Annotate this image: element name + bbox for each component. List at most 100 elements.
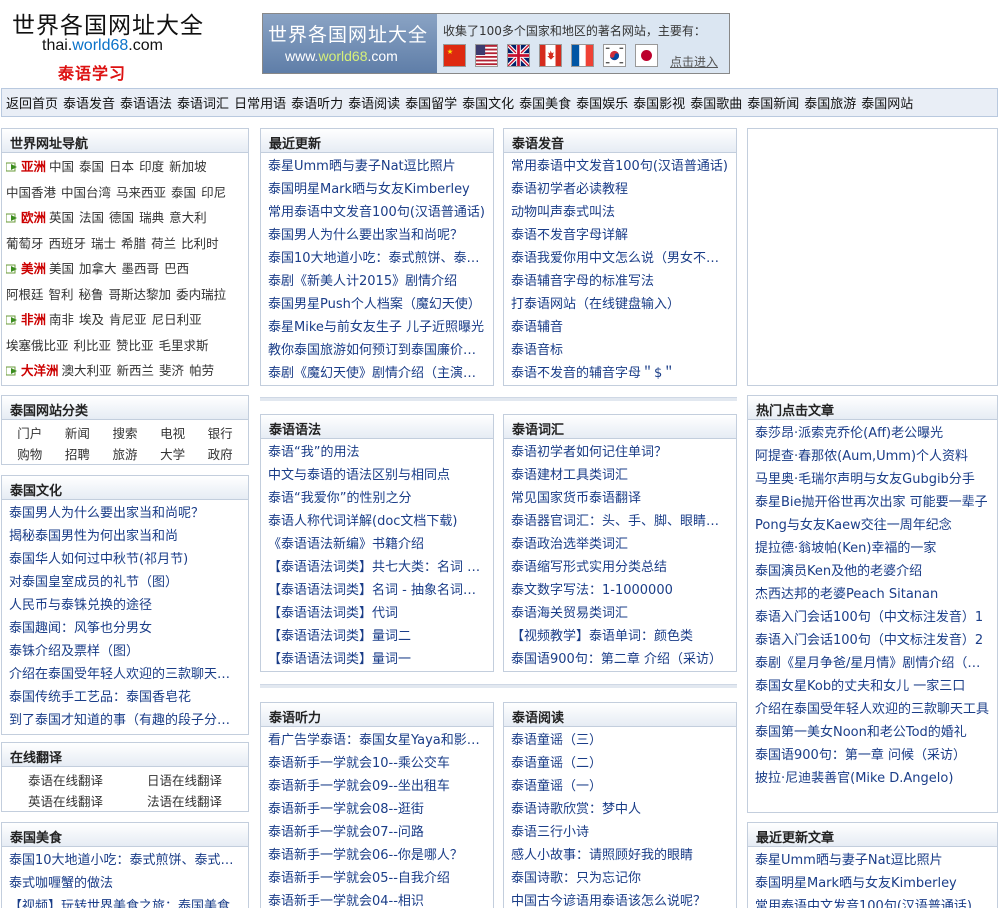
article-link[interactable]: 泰语三行小诗 bbox=[511, 821, 730, 844]
article-link[interactable]: 《泰语语法新编》书籍介绍 bbox=[268, 533, 487, 556]
article-link[interactable]: 阿提查·春那侬(Aum,Umm)个人资料 bbox=[755, 445, 991, 468]
country-link[interactable]: 巴西 bbox=[164, 261, 189, 276]
article-link[interactable]: 泰语我爱你用中文怎么说（男女不同说法） bbox=[511, 247, 730, 270]
article-link[interactable]: 打泰语网站（在线键盘输入） bbox=[511, 293, 730, 316]
article-link[interactable]: 【视频】玩转世界美食之旅：泰国美食 bbox=[9, 895, 242, 908]
article-link[interactable]: 泰语人称代词详解(doc文档下载) bbox=[268, 510, 487, 533]
article-link[interactable]: 泰语童谣（二） bbox=[511, 752, 730, 775]
region-label[interactable]: 非洲 bbox=[21, 312, 46, 327]
article-link[interactable]: 泰语新手一学就会08--逛街 bbox=[268, 798, 487, 821]
article-link[interactable]: 泰国男人为什么要出家当和尚呢？ bbox=[268, 224, 487, 247]
region-label[interactable]: 大洋洲 bbox=[21, 363, 59, 378]
country-link[interactable]: 埃及 bbox=[79, 312, 104, 327]
article-link[interactable]: 泰语入门会话100句（中文标注发音）2 bbox=[755, 629, 991, 652]
article-link[interactable]: 泰剧《星月争爸/星月情》剧情介绍（全集） bbox=[755, 652, 991, 675]
article-link[interactable]: 泰语不发音字母详解 bbox=[511, 224, 730, 247]
article-link[interactable]: 泰语新手一学就会06--你是哪人？ bbox=[268, 844, 487, 867]
country-link[interactable]: 智利 bbox=[49, 287, 74, 302]
article-link[interactable]: 马里奥·毛瑞尔声明与女友Gubgib分手 bbox=[755, 468, 991, 491]
article-link[interactable]: 揭秘泰国男性为何出家当和尚 bbox=[9, 525, 242, 548]
nav-item[interactable]: 日常用语 bbox=[234, 93, 286, 112]
country-link[interactable]: 印尼 bbox=[201, 185, 226, 200]
nav-item[interactable]: 泰国影视 bbox=[633, 93, 685, 112]
nav-item[interactable]: 泰语词汇 bbox=[177, 93, 229, 112]
country-link[interactable]: 阿根廷 bbox=[6, 287, 44, 302]
article-link[interactable]: 泰语诗歌欣赏：梦中人 bbox=[511, 798, 730, 821]
article-link[interactable]: 泰语新手一学就会04--相识 bbox=[268, 890, 487, 908]
translate-link[interactable]: 英语在线翻译 bbox=[6, 791, 125, 811]
country-link[interactable]: 澳大利亚 bbox=[62, 363, 112, 378]
article-link[interactable]: 泰语音标 bbox=[511, 339, 730, 362]
article-link[interactable]: 泰星Umm晒与妻子Nat逗比照片 bbox=[268, 155, 487, 178]
nav-item[interactable]: 泰国文化 bbox=[462, 93, 514, 112]
article-link[interactable]: 泰语不发音的辅音字母＂$＂ bbox=[511, 362, 730, 385]
article-link[interactable]: 动物叫声泰式叫法 bbox=[511, 201, 730, 224]
article-link[interactable]: 泰星Mike与前女友生子 儿子近照曝光 bbox=[268, 316, 487, 339]
nav-item[interactable]: 泰国新闻 bbox=[747, 93, 799, 112]
article-link[interactable]: 感人小故事：请照顾好我的眼睛 bbox=[511, 844, 730, 867]
nav-item[interactable]: 泰语发音 bbox=[63, 93, 115, 112]
logo-title[interactable]: 世界各国网址大全 bbox=[12, 6, 204, 40]
country-link[interactable]: 瑞典 bbox=[139, 210, 164, 225]
nav-item[interactable]: 泰语语法 bbox=[120, 93, 172, 112]
country-link[interactable]: 意大利 bbox=[169, 210, 207, 225]
article-link[interactable]: 泰语新手一学就会09--坐出租车 bbox=[268, 775, 487, 798]
translate-link[interactable]: 泰语在线翻译 bbox=[6, 770, 125, 791]
country-link[interactable]: 斐济 bbox=[159, 363, 184, 378]
country-link[interactable]: 中国香港 bbox=[6, 185, 56, 200]
article-link[interactable]: 泰国女星Kob的丈夫和女儿 一家三口 bbox=[755, 675, 991, 698]
article-link[interactable]: 泰语童谣（一） bbox=[511, 775, 730, 798]
article-link[interactable]: 泰语辅音 bbox=[511, 316, 730, 339]
article-link[interactable]: 泰语政治选举类词汇 bbox=[511, 533, 730, 556]
country-link[interactable]: 中国 bbox=[49, 159, 74, 174]
article-link[interactable]: 人民币与泰铢兑换的途径 bbox=[9, 594, 242, 617]
country-link[interactable]: 西班牙 bbox=[49, 236, 87, 251]
country-link[interactable]: 印度 bbox=[139, 159, 164, 174]
category-link[interactable]: 政府 bbox=[196, 444, 244, 464]
article-link[interactable]: 泰国明星Mark晒与女友Kimberley bbox=[755, 872, 991, 895]
article-link[interactable]: 泰式咖喱蟹的做法 bbox=[9, 872, 242, 895]
article-link[interactable]: 【泰语语法词类】量词一 bbox=[268, 648, 487, 671]
article-link[interactable]: 泰语海关贸易类词汇 bbox=[511, 602, 730, 625]
article-link[interactable]: 杰西达邦的老婆Peach Sitanan bbox=[755, 583, 991, 606]
country-link[interactable]: 日本 bbox=[109, 159, 134, 174]
nav-item[interactable]: 泰国娱乐 bbox=[576, 93, 628, 112]
nav-item[interactable]: 返回首页 bbox=[6, 93, 58, 112]
article-link[interactable]: 泰国趣闻：风筝也分男女 bbox=[9, 617, 242, 640]
article-link[interactable]: 泰铢介绍及票样（图） bbox=[9, 640, 242, 663]
article-link[interactable]: 常用泰语中文发音100句(汉语普通话) bbox=[268, 201, 487, 224]
translate-link[interactable]: 法语在线翻译 bbox=[125, 791, 244, 811]
category-link[interactable]: 新闻 bbox=[54, 423, 102, 444]
country-link[interactable]: 荷兰 bbox=[151, 236, 176, 251]
country-link[interactable]: 泰国 bbox=[79, 159, 104, 174]
translate-link[interactable]: 日语在线翻译 bbox=[125, 770, 244, 791]
article-link[interactable]: 泰国10大地道小吃：泰式煎饼、泰式炒河粉 bbox=[268, 247, 487, 270]
country-link[interactable]: 委内瑞拉 bbox=[176, 287, 226, 302]
article-link[interactable]: 泰文数字写法：1-1000000 bbox=[511, 579, 730, 602]
article-link[interactable]: 中国古今谚语用泰语该怎么说呢？ bbox=[511, 890, 730, 908]
article-link[interactable]: 对泰国皇室成员的礼节（图） bbox=[9, 571, 242, 594]
article-link[interactable]: 泰语初学者必读教程 bbox=[511, 178, 730, 201]
article-link[interactable]: 泰语童谣（三） bbox=[511, 729, 730, 752]
country-link[interactable]: 肯尼亚 bbox=[109, 312, 147, 327]
article-link[interactable]: 常见国家货币泰语翻译 bbox=[511, 487, 730, 510]
article-link[interactable]: 泰莎昂·派索克乔伦(Aff)老公曝光 bbox=[755, 422, 991, 445]
article-link[interactable]: 【泰语语法词类】代词 bbox=[268, 602, 487, 625]
article-link[interactable]: 泰国语900句：第二章 介绍（采访） bbox=[511, 648, 730, 671]
category-link[interactable]: 银行 bbox=[196, 423, 244, 444]
article-link[interactable]: 到了泰国才知道的事（有趣的段子分享） bbox=[9, 709, 242, 732]
article-link[interactable]: 泰国10大地道小吃：泰式煎饼、泰式炒河粉 bbox=[9, 849, 242, 872]
country-link[interactable]: 墨西哥 bbox=[122, 261, 160, 276]
country-link[interactable]: 中国台湾 bbox=[61, 185, 111, 200]
category-link[interactable]: 大学 bbox=[149, 444, 197, 464]
article-link[interactable]: 泰国华人如何过中秋节(祁月节) bbox=[9, 548, 242, 571]
country-link[interactable]: 埃塞俄比亚 bbox=[6, 338, 69, 353]
country-link[interactable]: 希腊 bbox=[121, 236, 146, 251]
article-link[interactable]: 泰语新手一学就会07--问路 bbox=[268, 821, 487, 844]
region-label[interactable]: 欧洲 bbox=[21, 210, 46, 225]
category-link[interactable]: 电视 bbox=[149, 423, 197, 444]
country-link[interactable]: 秘鲁 bbox=[79, 287, 104, 302]
country-link[interactable]: 比利时 bbox=[181, 236, 219, 251]
article-link[interactable]: 泰国演员Ken及他的老婆介绍 bbox=[755, 560, 991, 583]
article-link[interactable]: 泰国第一美女Noon和老公Tod的婚礼 bbox=[755, 721, 991, 744]
